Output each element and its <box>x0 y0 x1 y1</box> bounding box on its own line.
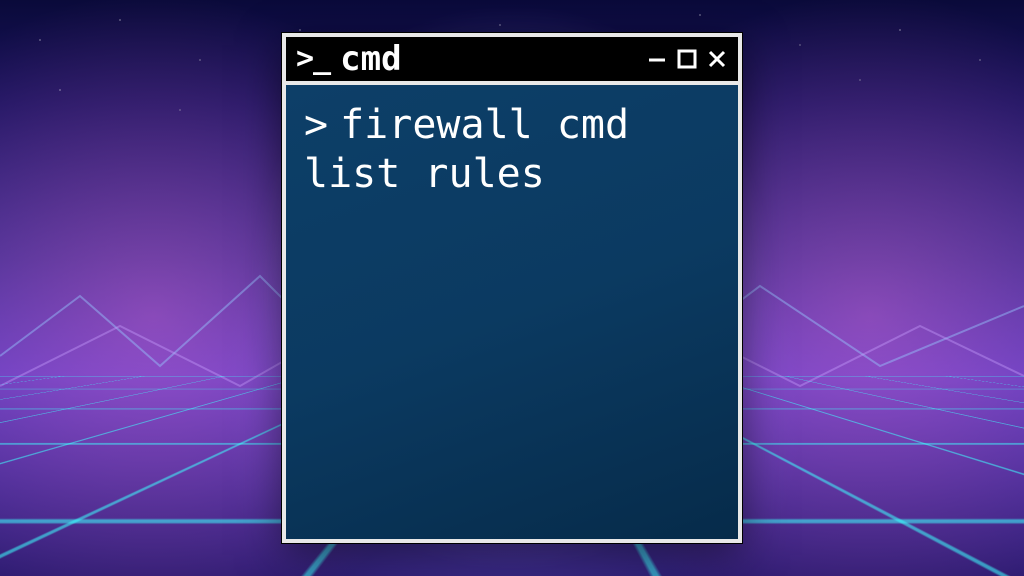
titlebar[interactable]: >_ cmd <box>286 37 738 85</box>
minimize-button[interactable] <box>646 48 668 70</box>
terminal-prompt-char: > <box>304 102 328 148</box>
terminal-window: >_ cmd >firewall cmd list rules <box>282 33 742 543</box>
window-title: cmd <box>340 39 646 79</box>
window-controls <box>646 48 728 70</box>
terminal-command-text: firewall cmd list rules <box>304 102 653 197</box>
minimize-icon <box>646 48 668 70</box>
close-button[interactable] <box>706 48 728 70</box>
close-icon <box>706 48 728 70</box>
terminal-body[interactable]: >firewall cmd list rules <box>286 85 738 539</box>
maximize-icon <box>676 48 698 70</box>
terminal-prompt-icon: >_ <box>296 44 330 74</box>
maximize-button[interactable] <box>676 48 698 70</box>
